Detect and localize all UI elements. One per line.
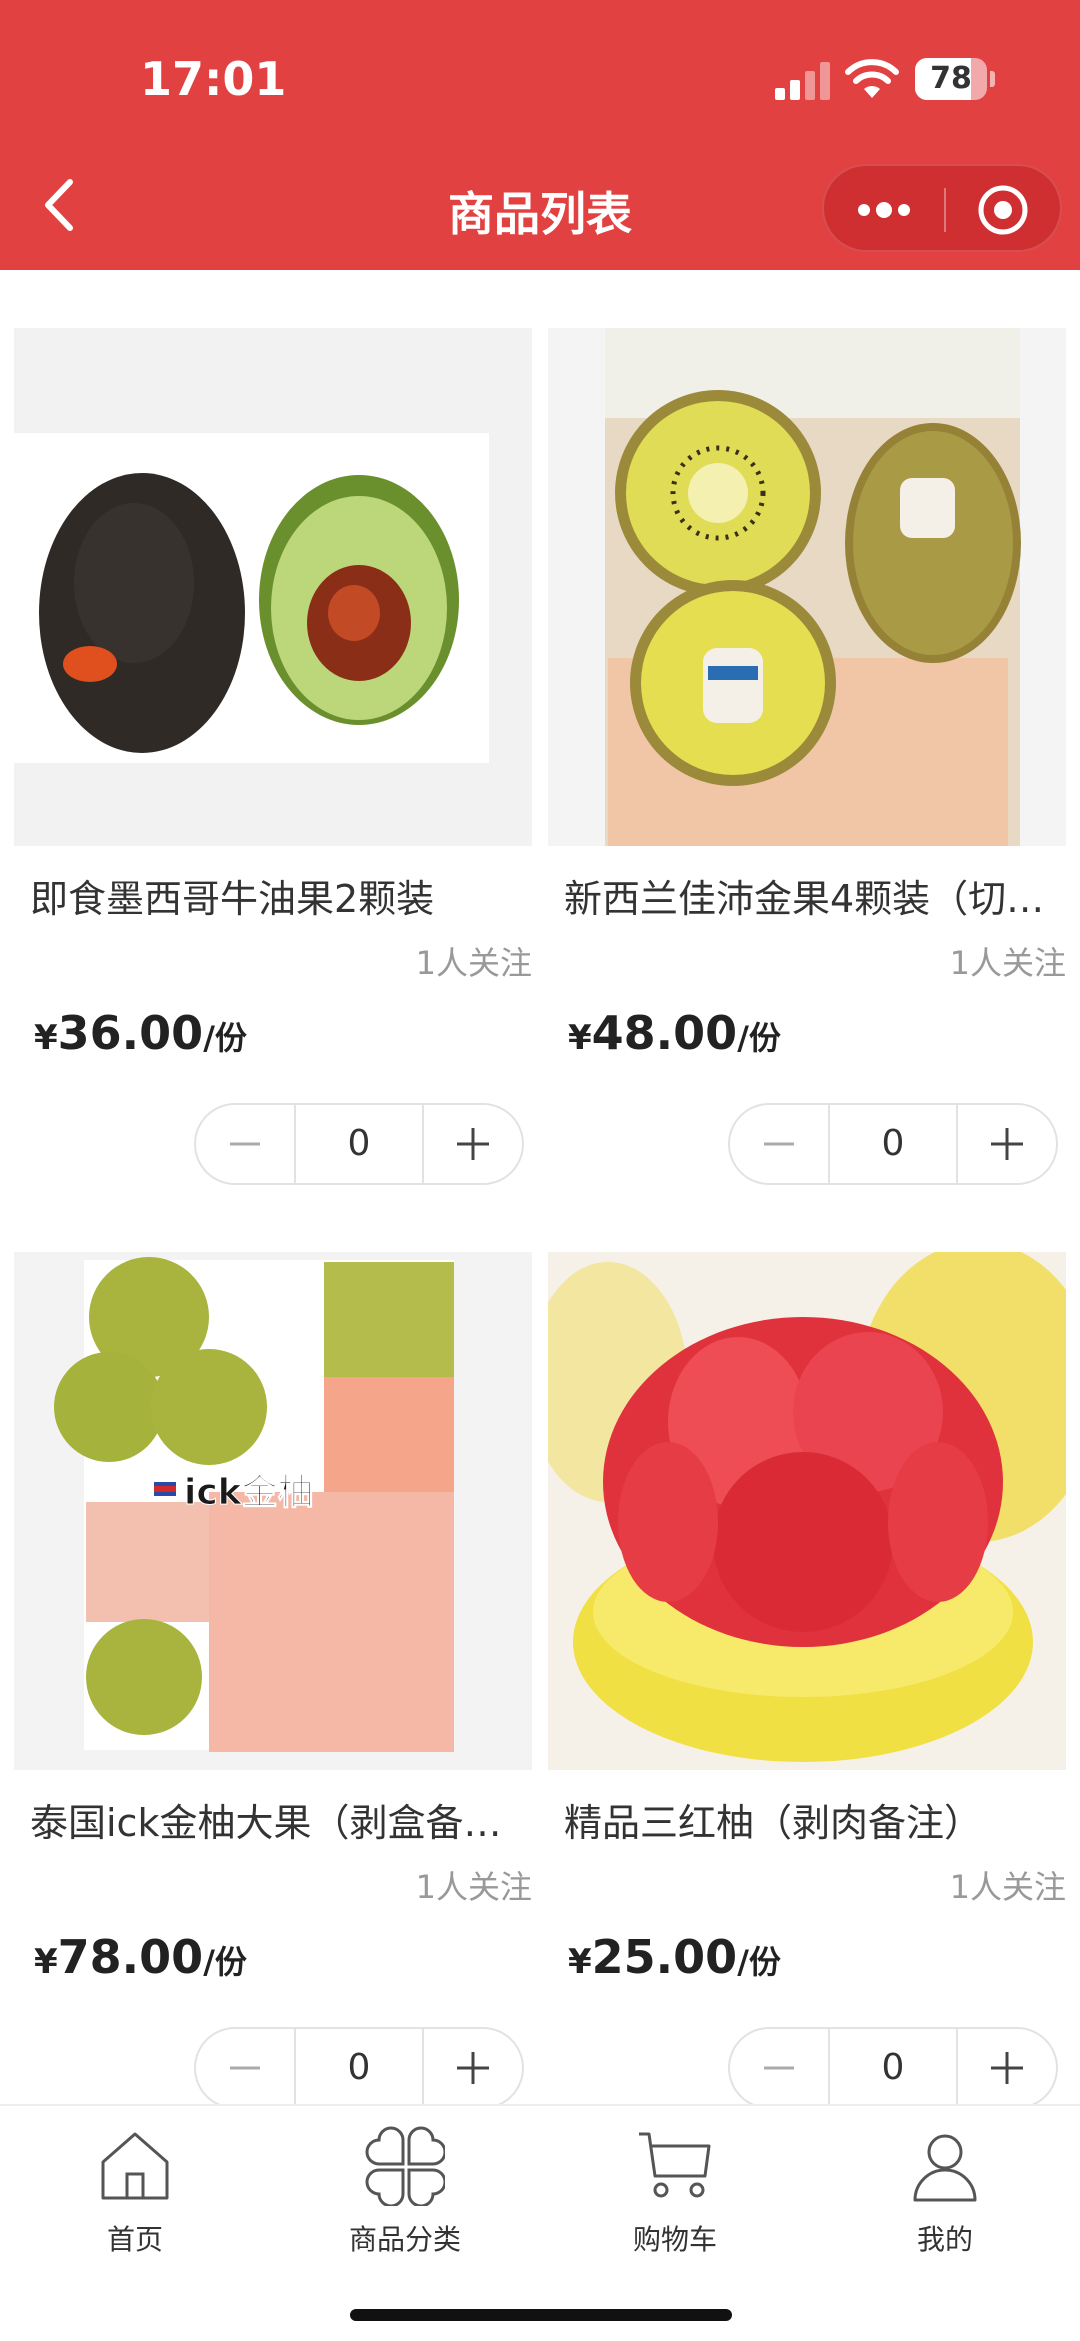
battery-level: 78 [930,61,972,96]
price-unit: /份 [203,1019,247,1057]
plus-icon[interactable] [958,2029,1056,2107]
plus-icon[interactable] [424,2029,522,2107]
product-card[interactable]: ick金柚 泰国ick金柚大果（剥盒备… 1人关注 ¥78.00/份 0 [14,1252,532,2122]
battery-indicator: 78 [915,58,995,100]
profile-icon [913,2134,977,2202]
product-card[interactable]: 精品三红柚（剥肉备注） 1人关注 ¥25.00/份 0 [548,1252,1066,2122]
wifi-icon [845,59,899,98]
follow-count: 1人关注 [949,944,1066,982]
price-value: 36.00 [57,1006,204,1060]
product-name[interactable]: 新西兰佳沛金果4颗装（切… [564,868,1064,923]
quantity-stepper: 0 [194,1103,524,1185]
product-price: ¥36.00/份 [34,1006,247,1060]
quantity-value[interactable]: 0 [294,2029,424,2107]
tab-label: 我的 [916,2223,973,2256]
plus-icon[interactable] [958,1105,1056,1183]
red-pomelo-image [548,1252,1066,1770]
category-icon [365,2126,445,2206]
quantity-value[interactable]: 0 [828,1105,958,1183]
plus-icon[interactable] [424,1105,522,1183]
tab-label: 首页 [106,2223,163,2256]
currency-symbol: ¥ [34,1018,58,1058]
price-value: 78.00 [57,1930,204,1984]
quantity-stepper: 0 [728,2027,1058,2109]
home-indicator [350,2309,732,2321]
price-value: 25.00 [591,1930,738,1984]
price-unit: /份 [203,1943,247,1981]
product-card[interactable]: 新西兰佳沛金果4颗装（切… 1人关注 ¥48.00/份 0 [548,328,1066,1198]
tab-label: 购物车 [632,2223,717,2256]
price-value: 48.00 [591,1006,738,1060]
product-price: ¥48.00/份 [568,1006,781,1060]
quantity-value[interactable]: 0 [294,1105,424,1183]
image-caption: ick金柚 [184,1471,314,1513]
price-unit: /份 [737,1943,781,1981]
product-image[interactable] [14,328,532,846]
tab-cart[interactable]: 购物车 [540,2126,810,2266]
product-name[interactable]: 即食墨西哥牛油果2颗装 [30,868,530,923]
product-price: ¥25.00/份 [568,1930,781,1984]
page-title: 商品列表 [448,187,632,241]
product-image[interactable]: ick金柚 [14,1252,532,1770]
header: 17:01 78 商品列表 [0,0,1080,270]
tab-label: 商品分类 [348,2223,461,2256]
price-unit: /份 [737,1019,781,1057]
follow-count: 1人关注 [415,1868,532,1906]
product-image[interactable] [548,1252,1066,1770]
back-chevron-icon[interactable] [30,170,90,240]
currency-symbol: ¥ [34,1942,58,1982]
currency-symbol: ¥ [568,1018,592,1058]
avocado-image [14,328,532,846]
more-dots-icon[interactable] [824,166,944,254]
mini-program-capsule [822,164,1062,252]
product-price: ¥78.00/份 [34,1930,247,1984]
pomelo-image: ick金柚 [14,1252,532,1770]
cart-icon [639,2132,711,2198]
bottom-tab-bar: 首页 商品分类 购物车 我的 [0,2104,1080,2341]
home-icon [101,2132,169,2200]
follow-count: 1人关注 [415,944,532,982]
close-target-icon[interactable] [946,166,1064,254]
product-card[interactable]: 即食墨西哥牛油果2颗装 1人关注 ¥36.00/份 0 [14,328,532,1198]
minus-icon[interactable] [196,1105,294,1183]
currency-symbol: ¥ [568,1942,592,1982]
tab-profile[interactable]: 我的 [810,2126,1080,2266]
product-name[interactable]: 泰国ick金柚大果（剥盒备… [30,1792,530,1847]
minus-icon[interactable] [730,1105,828,1183]
product-name[interactable]: 精品三红柚（剥肉备注） [564,1792,1064,1847]
quantity-value[interactable]: 0 [828,2029,958,2107]
minus-icon[interactable] [730,2029,828,2107]
kiwi-image [548,328,1066,846]
tab-home[interactable]: 首页 [0,2126,270,2266]
signal-icon [775,62,830,100]
minus-icon[interactable] [196,2029,294,2107]
tab-category[interactable]: 商品分类 [270,2126,540,2266]
quantity-stepper: 0 [194,2027,524,2109]
product-image[interactable] [548,328,1066,846]
follow-count: 1人关注 [949,1868,1066,1906]
status-time: 17:01 [140,52,287,106]
quantity-stepper: 0 [728,1103,1058,1185]
